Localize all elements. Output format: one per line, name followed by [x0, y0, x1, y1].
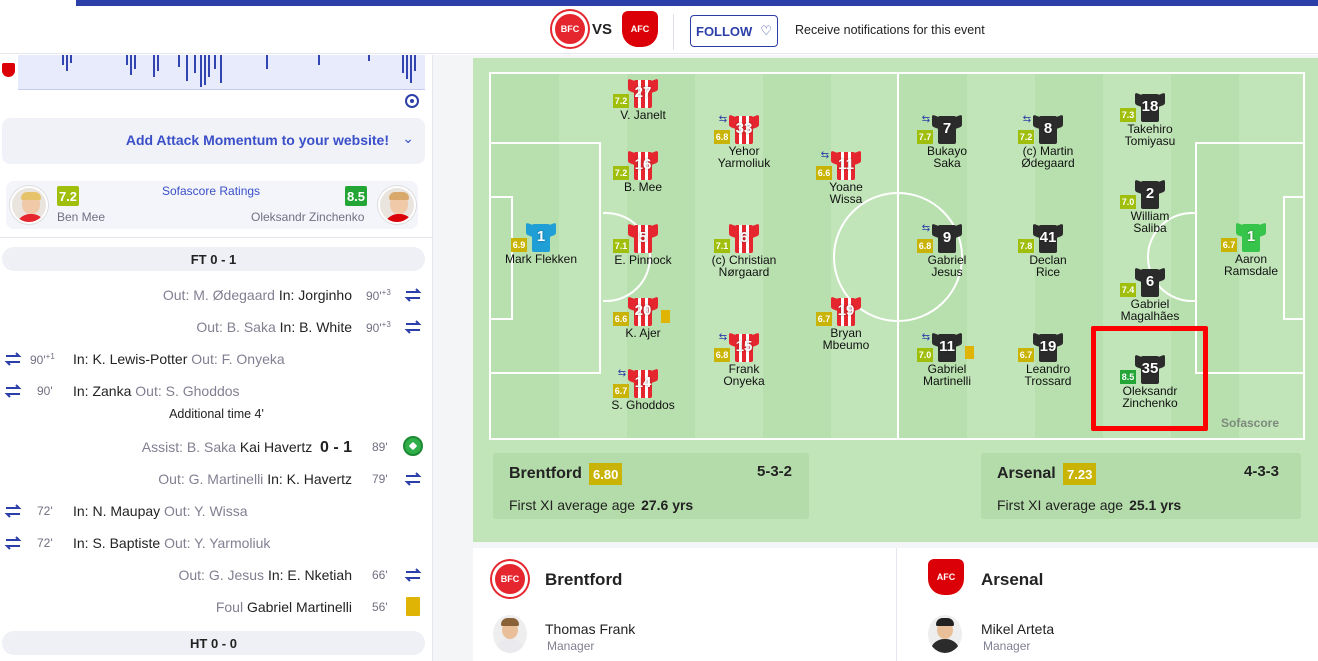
- player-ghoddos[interactable]: 14 ⇆ 6.7 S. Ghoddos: [593, 368, 693, 411]
- player-wissa[interactable]: 11 ⇆ 6.6 Yoane Wissa: [796, 150, 896, 205]
- player-saliba[interactable]: 2 7.0 William Saliba: [1100, 179, 1200, 234]
- follow-button[interactable]: FOLLOW ♡: [690, 15, 778, 47]
- highlight-box: [1091, 326, 1208, 431]
- event-goal-havertz[interactable]: Assist: B. Saka Kai Havertz 0 - 1 89': [0, 431, 433, 463]
- home-team-name[interactable]: Brentford: [545, 570, 622, 590]
- yellow-card-icon: [406, 597, 420, 616]
- subbed-icon: ⇆: [718, 332, 728, 343]
- home-top-rating: 7.2: [57, 186, 79, 206]
- player-norgaard[interactable]: 6 7.1 (c) Christian Nørgaard: [694, 223, 794, 278]
- subbed-icon: ⇆: [820, 150, 830, 161]
- substitution-icon: [404, 320, 422, 334]
- player-saka[interactable]: 7 ⇆ 7.7 Bukayo Saka: [897, 114, 997, 169]
- substitution-icon: [404, 288, 422, 302]
- player-jesus[interactable]: 9 ⇆ 6.8 Gabriel Jesus: [897, 223, 997, 278]
- ben-mee-avatar[interactable]: [10, 186, 48, 224]
- player-mbeumo[interactable]: 19 6.7 Bryan Mbeumo: [796, 296, 896, 351]
- player-martinelli[interactable]: 11 ⇆ 7.0 Gabriel Martinelli: [897, 332, 997, 387]
- sofascore-ratings-row: 7.2 Ben Mee Sofascore Ratings 8.5 Oleksa…: [0, 172, 433, 238]
- away-team-summary: Arsenal 7.23 4-3-3 First XI average age 2…: [981, 453, 1301, 519]
- home-formation: 5-3-2: [757, 463, 793, 480]
- substitution-icon: [4, 384, 22, 398]
- home-manager[interactable]: Thomas Frank: [545, 621, 635, 637]
- arsenal-crest[interactable]: AFC: [622, 11, 658, 47]
- mikel-arteta-avatar[interactable]: [928, 615, 962, 653]
- home-team-rating: 6.80: [589, 463, 623, 485]
- away-top-rating: 8.5: [345, 186, 367, 206]
- event-sub-wissa[interactable]: 72' In: N. Maupay Out: Y. Wissa: [0, 495, 433, 527]
- player-mee[interactable]: 16 7.2 B. Mee: [593, 150, 693, 193]
- player-pinnock[interactable]: 5 7.1 E. Pinnock: [593, 223, 693, 266]
- goal-ball-icon: [403, 436, 423, 456]
- player-rice[interactable]: 41 7.8 Declan Rice: [998, 223, 1098, 278]
- event-sub-saka[interactable]: Out: B. Saka In: B. White 90'+3: [0, 311, 433, 343]
- away-team-name[interactable]: Arsenal: [981, 570, 1043, 590]
- player-magalhaes[interactable]: 6 7.4 Gabriel Magalhães: [1100, 267, 1200, 322]
- notification-text: Receive notifications for this event: [795, 23, 985, 37]
- thomas-frank-avatar[interactable]: [493, 615, 527, 653]
- arsenal-crest[interactable]: AFC: [928, 559, 964, 595]
- ratings-title: Sofascore Ratings: [162, 184, 261, 198]
- subbed-icon: ⇆: [718, 114, 728, 125]
- substitution-icon: [404, 472, 422, 486]
- home-team-summary: Brentford 6.80 5-3-2 First XI average ag…: [493, 453, 809, 519]
- event-sub-jesus[interactable]: Out: G. Jesus In: E. Nketiah 66': [0, 559, 433, 591]
- event-sub-ghoddos[interactable]: 90' In: Zanka Out: S. Ghoddos: [0, 375, 433, 407]
- chevron-down-icon: ⌄: [402, 130, 414, 146]
- player-trossard[interactable]: 19 6.7 Leandro Trossard: [998, 332, 1098, 387]
- sofascore-logo-icon[interactable]: [405, 94, 419, 108]
- home-top-player[interactable]: Ben Mee: [57, 210, 105, 224]
- event-header: BFC VS AFC FOLLOW ♡ Receive notification…: [0, 6, 1318, 54]
- subbed-icon: ⇆: [1022, 114, 1032, 125]
- bell-icon: ♡: [760, 23, 772, 38]
- subbed-icon: ⇆: [921, 114, 931, 125]
- player-janelt[interactable]: 27 7.2 V. Janelt: [593, 78, 693, 121]
- yellow-card-icon: [661, 310, 670, 323]
- player-flekken[interactable]: 1 6.9 Mark Flekken: [491, 222, 591, 265]
- zinchenko-avatar[interactable]: [378, 186, 416, 224]
- substitution-icon: [4, 504, 22, 518]
- player-yarmoliuk[interactable]: 33 ⇆ 6.8 Yehor Yarmoliuk: [694, 114, 794, 169]
- arsenal-mini-crest: [2, 63, 15, 77]
- left-panel: Add Attack Momentum to your website! ⌄ 7…: [0, 55, 433, 661]
- player-ramsdale[interactable]: 1 6.7 Aaron Ramsdale: [1201, 222, 1301, 277]
- player-ajer[interactable]: 20 6.6 K. Ajer: [593, 296, 693, 339]
- add-attack-momentum-bar[interactable]: Add Attack Momentum to your website! ⌄: [2, 118, 425, 164]
- event-sub-onyeka[interactable]: 90'+1 In: K. Lewis-Potter Out: F. Onyeka: [0, 343, 433, 375]
- subbed-icon: ⇆: [921, 223, 931, 234]
- substitution-icon: [4, 352, 22, 366]
- sofascore-watermark: Sofascore: [1221, 416, 1280, 430]
- additional-time: Additional time 4': [169, 407, 264, 421]
- away-manager[interactable]: Mikel Arteta: [981, 621, 1054, 637]
- brentford-crest[interactable]: BFC: [492, 561, 528, 597]
- event-yellow-card[interactable]: Foul Gabriel Martinelli 56': [0, 591, 433, 623]
- player-odegaard[interactable]: 8 ⇆ 7.2 (c) Martin Ødegaard: [998, 114, 1098, 169]
- away-team-rating: 7.23: [1063, 463, 1097, 485]
- half-time-score: HT 0 - 0: [2, 631, 425, 655]
- attack-momentum-graph: [18, 55, 425, 90]
- player-tomiyasu[interactable]: 18 7.3 Takehiro Tomiyasu: [1100, 92, 1200, 147]
- away-formation: 4-3-3: [1244, 463, 1280, 480]
- substitution-icon: [404, 568, 422, 582]
- vs-label: VS: [592, 21, 613, 38]
- event-sub-martinelli[interactable]: Out: G. Martinelli In: K. Havertz 79': [0, 463, 433, 495]
- full-time-score: FT 0 - 1: [2, 247, 425, 271]
- brentford-crest[interactable]: BFC: [552, 11, 588, 47]
- event-sub-yarmoliuk[interactable]: 72' In: S. Baptiste Out: Y. Yarmoliuk: [0, 527, 433, 559]
- yellow-card-icon: [965, 346, 974, 359]
- away-top-player[interactable]: Oleksandr Zinchenko: [251, 210, 364, 224]
- event-sub-odegaard[interactable]: Out: M. Ødegaard In: Jorginho 90'+3: [0, 279, 433, 311]
- substitution-icon: [4, 536, 22, 550]
- player-onyeka[interactable]: 15 ⇆ 6.8 Frank Onyeka: [694, 332, 794, 387]
- subbed-icon: ⇆: [921, 332, 931, 343]
- subbed-icon: ⇆: [617, 368, 627, 379]
